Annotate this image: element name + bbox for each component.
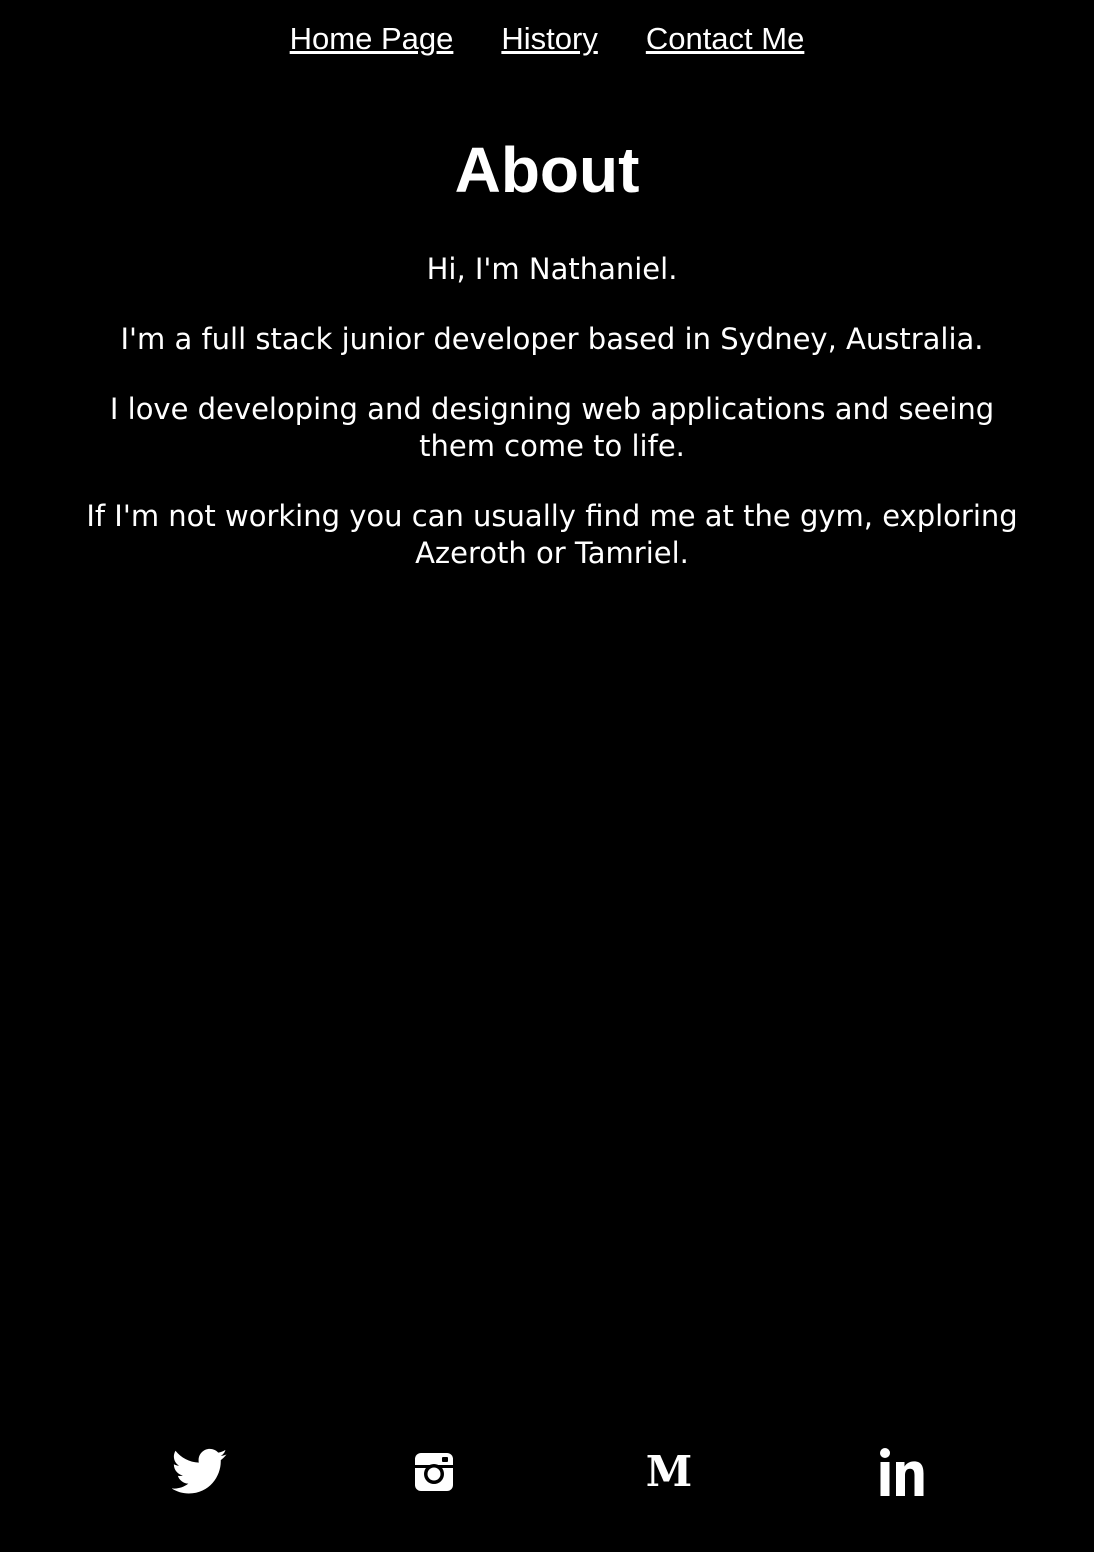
nav-link-home-page[interactable]: Home Page xyxy=(290,18,454,60)
nav-link-history[interactable]: History xyxy=(501,18,597,60)
about-paragraph-role: I'm a full stack junior developer based … xyxy=(120,322,984,356)
medium-link[interactable]: M xyxy=(637,1440,701,1504)
top-navigation: Home Page History Contact Me xyxy=(0,18,1094,60)
about-paragraph-hobbies: If I'm not working you can usually find … xyxy=(86,499,1018,570)
twitter-link[interactable] xyxy=(168,1440,232,1504)
page-title: About xyxy=(454,134,640,206)
about-paragraph-passion: I love developing and designing web appl… xyxy=(109,392,995,463)
about-section: Hi, I'm Nathaniel. I'm a full stack juni… xyxy=(70,251,1034,605)
social-links: M xyxy=(0,1440,1094,1504)
linkedin-icon xyxy=(879,1447,929,1497)
instagram-icon xyxy=(414,1452,454,1492)
linkedin-link[interactable] xyxy=(872,1440,936,1504)
nav-link-contact-me[interactable]: Contact Me xyxy=(646,18,805,60)
medium-icon: M xyxy=(645,1447,693,1496)
instagram-link[interactable] xyxy=(402,1440,466,1504)
twitter-icon xyxy=(172,1448,228,1496)
about-paragraph-intro: Hi, I'm Nathaniel. xyxy=(426,252,678,286)
